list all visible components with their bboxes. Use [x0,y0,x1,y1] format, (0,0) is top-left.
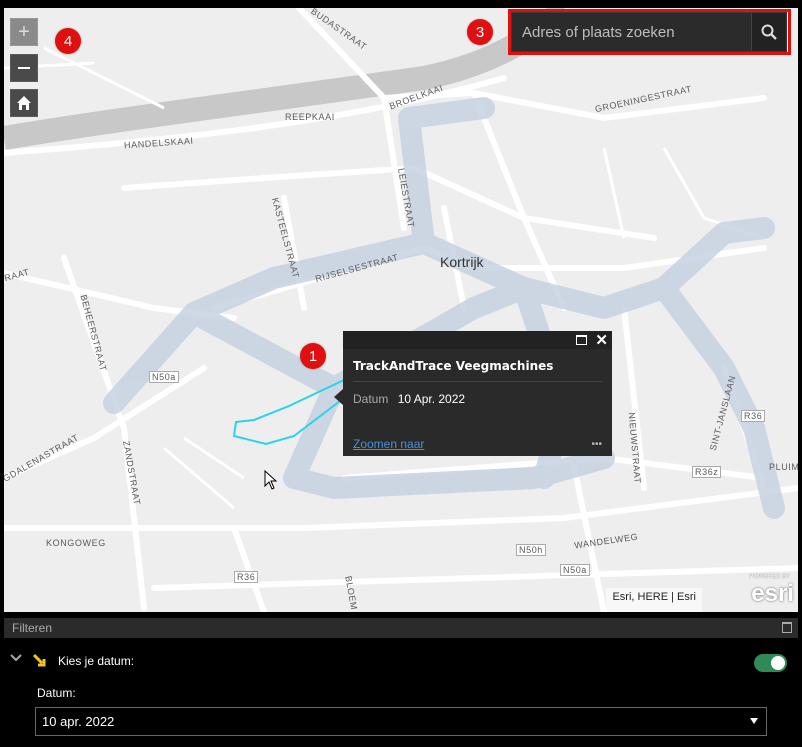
arrow-icon [33,654,46,667]
maximize-icon[interactable] [576,335,588,345]
zoom-in-button[interactable]: + [10,18,38,46]
home-button[interactable] [10,89,38,117]
toggle-knob [771,656,785,670]
popup-field-label: Datum [353,392,389,406]
feature-popup: ✕ TrackAndTrace Veegmachines Datum 10 Ap… [334,331,612,456]
road-shield: N50a [560,564,590,576]
street-label: REEPKAAI [285,112,335,122]
city-label: Kortrijk [440,254,484,270]
panel-title: Filteren [12,621,53,635]
plus-icon: + [18,21,30,43]
filter-label: Kies je datum: [58,654,135,668]
road-shield: R36z [692,466,722,478]
zoom-out-button[interactable] [10,54,38,82]
map-view[interactable]: BUDASTRAAT BROELKAAI GROENINGESTRAAT REE… [4,8,798,612]
chevron-down-icon[interactable] [10,654,22,662]
popup-field-value: 10 Apr. 2022 [397,392,466,406]
road-shield: R36 [234,571,259,583]
close-icon[interactable]: ✕ [595,333,608,348]
annotation-marker: 1 [300,343,326,369]
map-attribution: Esri, HERE | Esri [606,588,702,612]
date-select[interactable]: 10 apr. 2022 [35,707,767,736]
home-icon [17,96,31,110]
annotation-box-search [508,9,791,55]
more-options-button[interactable]: ••• [591,439,602,450]
popup-footer: Zoomen naar ••• [353,437,602,451]
filter-toggle[interactable] [754,654,787,672]
road-shield: N50a [149,371,179,383]
street-label: KONGOWEG [46,538,106,548]
zoom-to-link[interactable]: Zoomen naar [353,437,424,451]
maximize-icon[interactable] [782,622,792,633]
popup-pointer [334,389,343,405]
road-shield: N50h [516,544,546,556]
panel-header: Filteren [4,618,798,638]
date-label: Datum: [37,686,76,700]
popup-header: ✕ [343,331,612,349]
street-label: PLUIM [769,462,798,472]
annotation-marker: 3 [467,19,493,45]
caret-down-icon [750,718,758,724]
date-select-value: 10 apr. 2022 [42,714,115,729]
popup-field-row: Datum 10 Apr. 2022 [343,382,612,406]
cursor-icon [264,470,278,490]
annotation-marker: 4 [55,28,81,54]
esri-logo: esri [751,580,794,607]
minus-icon [18,67,30,69]
road-shield: R36 [741,410,766,422]
popup-title: TrackAndTrace Veegmachines [353,359,554,373]
